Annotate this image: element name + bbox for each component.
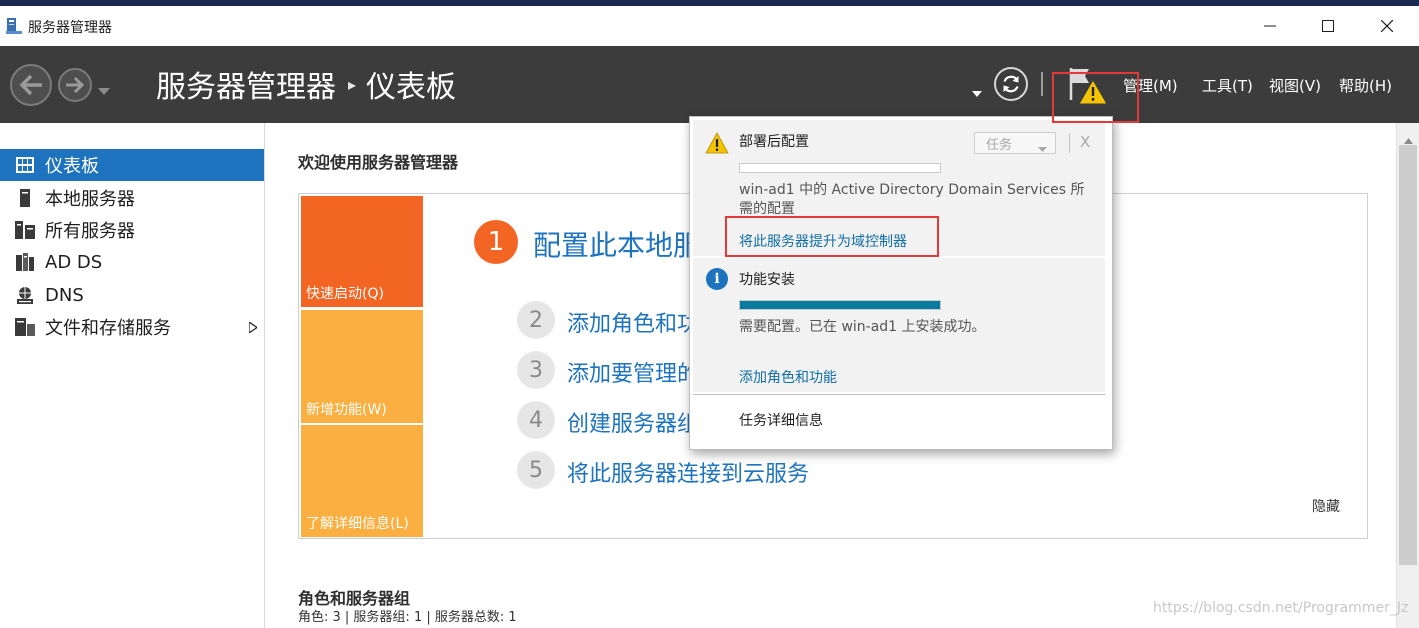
refresh-button[interactable] <box>994 67 1028 101</box>
tile-label: 快速启动(Q) <box>306 286 384 302</box>
create-server-group-link[interactable]: 创建服务器组 <box>567 406 699 438</box>
hide-link[interactable]: 隐藏 <box>1312 496 1340 516</box>
file-storage-icon <box>15 317 35 337</box>
forward-button[interactable] <box>58 68 92 102</box>
info-icon: i <box>706 268 728 290</box>
welcome-heading: 欢迎使用服务器管理器 <box>298 153 459 172</box>
popup-divider <box>693 394 1105 395</box>
post-deploy-title: 部署后配置 <box>739 134 809 150</box>
dns-icon <box>15 285 35 305</box>
sidebar-item-label: DNS <box>45 284 84 306</box>
tile-label: 了解详细信息(L) <box>306 516 409 532</box>
chevron-down-icon <box>1038 141 1047 156</box>
step-2-badge: 2 <box>517 301 555 339</box>
step-1-badge: 1 <box>474 220 518 264</box>
dashboard-icon <box>15 155 35 175</box>
tile-label: 新增功能(W) <box>306 402 387 418</box>
arrow-right-icon <box>66 76 85 94</box>
step-3-badge: 3 <box>517 351 555 389</box>
feature-install-description: 需要配置。已在 win-ad1 上安装成功。 <box>739 319 986 335</box>
feature-install-progress <box>739 300 941 310</box>
refresh-icon <box>1003 75 1019 93</box>
post-deploy-progress <box>739 163 941 173</box>
expand-arrow-icon[interactable] <box>248 317 259 338</box>
flag-highlight <box>1052 72 1139 123</box>
watermark: https://blog.csdn.net/Programmer_Jz <box>1153 600 1409 616</box>
server-icon <box>15 188 35 208</box>
warning-icon <box>705 132 729 158</box>
breadcrumb-separator-icon: ▸ <box>348 74 357 94</box>
navigation-sidebar: 仪表板 本地服务器 所有服务器 AD DS DNS 文件和存储服务 <box>0 123 265 628</box>
feature-install-title: 功能安装 <box>739 272 795 288</box>
sidebar-item-label: 本地服务器 <box>45 189 135 210</box>
header-separator <box>1041 72 1043 96</box>
task-button-label: 任务 <box>986 137 1013 153</box>
task-details-link[interactable]: 任务详细信息 <box>739 410 823 430</box>
step-4-badge: 4 <box>517 401 555 439</box>
header-dropdown-icon[interactable] <box>972 82 982 101</box>
server-manager-app-icon <box>6 17 22 35</box>
sidebar-item-label: 文件和存储服务 <box>45 318 171 339</box>
dismiss-notification-button[interactable]: X <box>1080 133 1090 151</box>
sidebar-item-label: 所有服务器 <box>45 221 135 242</box>
menu-help[interactable]: 帮助(H) <box>1339 75 1392 96</box>
sidebar-item-ad-ds[interactable]: AD DS <box>0 246 264 278</box>
step-5-badge: 5 <box>517 451 555 489</box>
close-button[interactable] <box>1364 10 1410 42</box>
servers-icon <box>15 220 35 240</box>
sidebar-item-all-servers[interactable]: 所有服务器 <box>0 214 264 246</box>
history-dropdown-icon[interactable] <box>98 80 110 99</box>
title-bar: 服务器管理器 <box>0 6 1419 46</box>
maximize-button[interactable] <box>1305 10 1351 42</box>
promote-link-highlight <box>725 216 939 257</box>
header-bar: 服务器管理器 ▸ 仪表板 管理(M) 工具(T) 视图(V) 帮助(H) <box>0 46 1419 123</box>
learn-more-tile[interactable]: 了解详细信息(L) <box>301 425 423 537</box>
breadcrumb-current: 仪表板 <box>366 70 457 105</box>
post-deploy-description: win-ad1 中的 Active Directory Domain Servi… <box>739 182 1085 217</box>
whats-new-tile[interactable]: 新增功能(W) <box>301 310 423 423</box>
scrollbar-thumb[interactable] <box>1399 145 1417 565</box>
sidebar-item-local-server[interactable]: 本地服务器 <box>0 182 264 214</box>
minimize-button[interactable] <box>1247 10 1293 42</box>
sidebar-item-dashboard[interactable]: 仪表板 <box>0 149 264 181</box>
connect-cloud-link[interactable]: 将此服务器连接到云服务 <box>567 456 809 488</box>
task-dropdown-button[interactable]: 任务 <box>974 132 1056 154</box>
sidebar-item-file-storage[interactable]: 文件和存储服务 <box>0 311 264 343</box>
quick-start-tile[interactable]: 快速启动(Q) <box>301 196 423 307</box>
roles-summary: 角色: 3 | 服务器组: 1 | 服务器总数: 1 <box>298 610 517 625</box>
sidebar-item-label: 仪表板 <box>45 156 99 177</box>
menu-view[interactable]: 视图(V) <box>1269 75 1321 96</box>
add-roles-features-notification-link[interactable]: 添加角色和功能 <box>739 367 837 387</box>
window-title: 服务器管理器 <box>28 20 112 36</box>
breadcrumb-root[interactable]: 服务器管理器 <box>156 62 336 106</box>
popup-separator <box>1069 133 1070 153</box>
vertical-scrollbar[interactable] <box>1396 123 1419 628</box>
arrow-left-icon <box>19 74 42 96</box>
progress-fill <box>740 301 940 309</box>
sidebar-item-dns[interactable]: DNS <box>0 279 264 311</box>
back-button[interactable] <box>10 64 52 106</box>
sidebar-item-label: AD DS <box>45 251 103 273</box>
menu-tools[interactable]: 工具(T) <box>1202 75 1253 96</box>
breadcrumb: 服务器管理器 ▸ 仪表板 <box>156 66 456 105</box>
ad-ds-icon <box>15 252 35 272</box>
